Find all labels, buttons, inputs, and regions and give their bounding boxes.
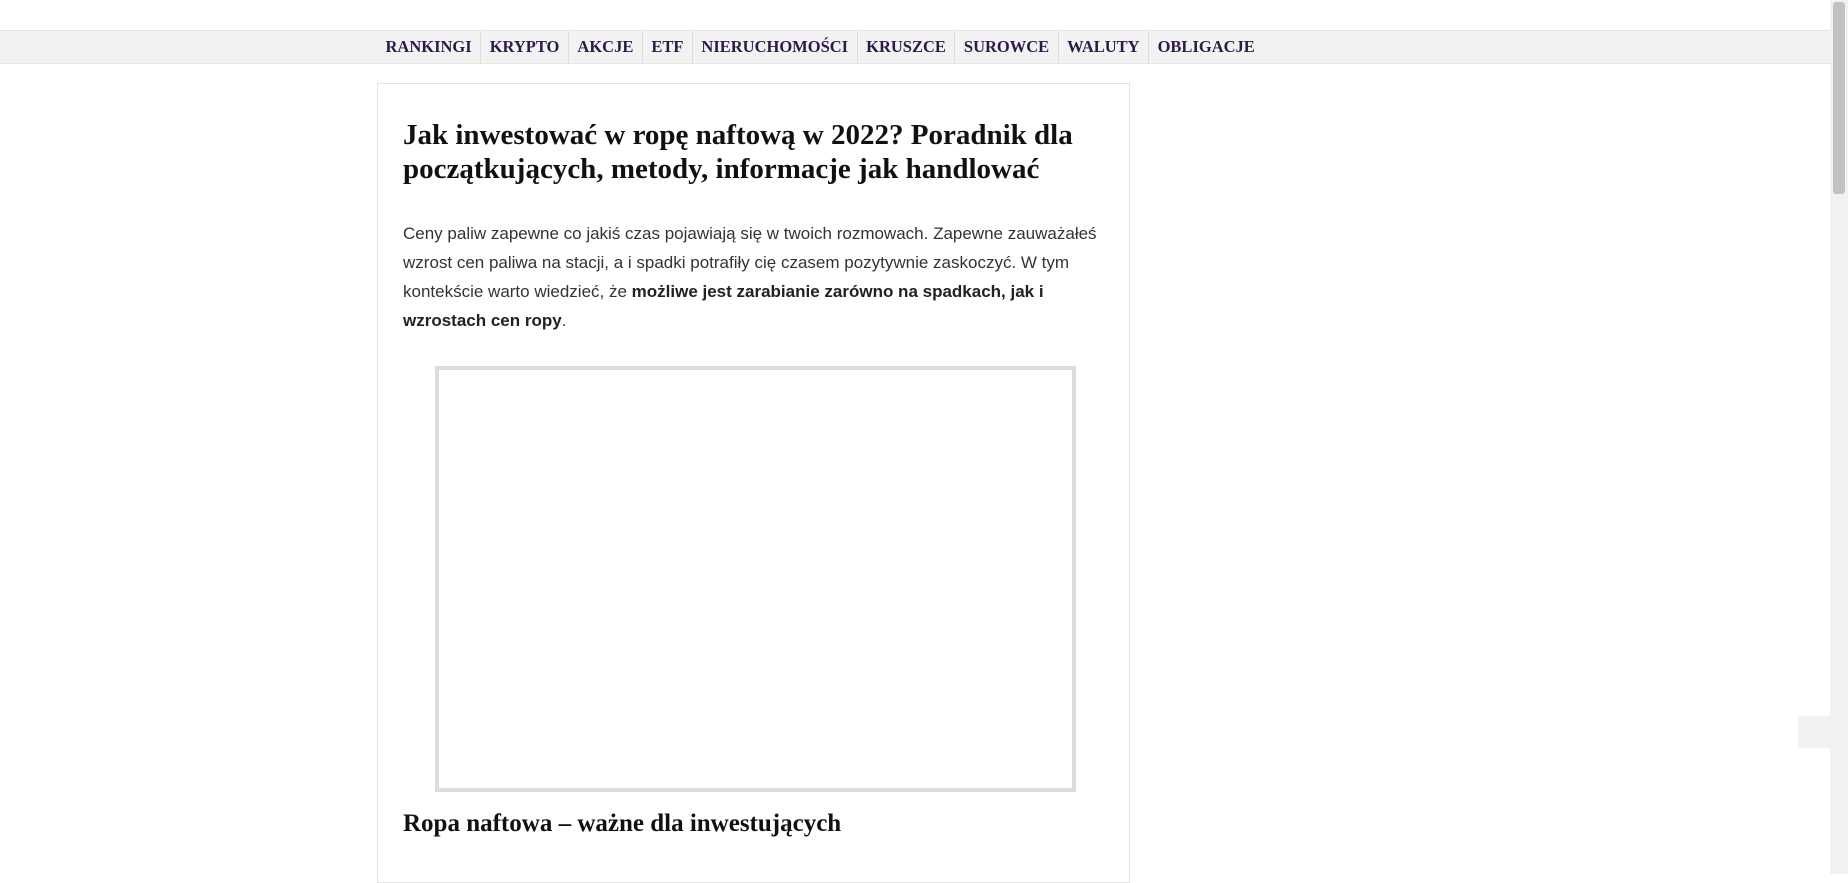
nav-item-obligacje[interactable]: OBLIGACJE [1148,31,1263,63]
nav-item-kruszce[interactable]: KRUSZCE [856,31,955,63]
nav-item-etf[interactable]: ETF [641,31,692,63]
page-scrollbar[interactable] [1830,0,1848,874]
floating-side-tab[interactable] [1798,716,1830,748]
nav-item-akcje[interactable]: AKCJE [567,31,642,63]
article-card: Jak inwestować w ropę naftową w 2022? Po… [377,83,1130,883]
scrollbar-thumb[interactable] [1833,2,1845,194]
nav-menu: RANKINGI KRYPTO AKCJE ETF NIERUCHOMOŚCI … [377,31,1263,63]
nav-item-surowce[interactable]: SUROWCE [954,31,1057,63]
nav-item-nieruchomosci[interactable]: NIERUCHOMOŚCI [691,31,857,63]
nav-item-waluty[interactable]: WALUTY [1057,31,1148,63]
main-navigation: RANKINGI KRYPTO AKCJE ETF NIERUCHOMOŚCI … [0,30,1830,64]
section-heading: Ropa naftowa – ważne dla inwestujących [403,810,842,837]
nav-item-rankingi[interactable]: RANKINGI [377,31,480,63]
intro-end-punctuation: . [561,311,567,330]
nav-item-krypto[interactable]: KRYPTO [480,31,568,63]
article-title: Jak inwestować w ropę naftową w 2022? Po… [403,119,1073,185]
embedded-media-frame[interactable] [435,366,1076,792]
article-intro: Ceny paliw zapewne co jakiś czas pojawia… [403,219,1111,335]
